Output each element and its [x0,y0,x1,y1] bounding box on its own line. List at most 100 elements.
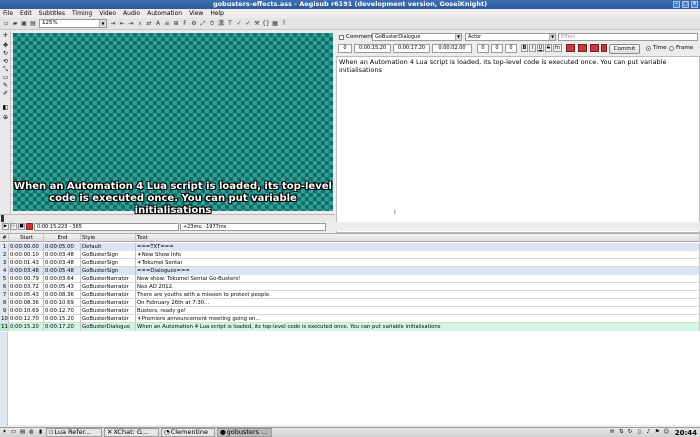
stop-icon[interactable]: ■ [18,223,25,230]
volume-tray-icon[interactable]: ♪ [645,429,652,436]
options-icon[interactable]: ⚒ [253,20,261,28]
margin-vertical-field[interactable]: 0 [505,44,517,53]
update-tray-icon[interactable]: ↻ [627,429,634,436]
underline-button[interactable]: U [537,44,544,52]
shadow-color-button[interactable] [601,44,607,52]
open-file-icon[interactable]: ▰ [11,20,19,28]
bold-button[interactable]: B [521,44,528,52]
secondary-color-button[interactable] [578,44,587,52]
drag-tool-icon[interactable]: ✥ [2,42,9,49]
styles-manager-icon[interactable]: A [154,20,162,28]
toggle-tags-icon[interactable]: {} [262,20,270,28]
vector-clip-icon[interactable]: ✎ [2,82,9,89]
timing-postprocessor-icon[interactable]: ⏱ [208,20,216,28]
chat-tray-icon[interactable]: ✉ [609,429,616,436]
comment-checkbox[interactable] [339,35,344,40]
menu-timing[interactable]: Timing [72,9,92,18]
grid-view-icon[interactable]: ▦ [271,20,279,28]
rotate-xy-icon[interactable]: ⟲ [2,58,9,65]
header-end[interactable]: End [44,234,81,242]
spell-checker-icon[interactable]: ✓ [235,20,243,28]
video-zoom-select[interactable]: 125% ▼ [39,19,107,28]
rotate-z-icon[interactable]: ↻ [2,50,9,57]
menu-help[interactable]: Help [210,9,224,18]
menu-edit[interactable]: Edit [20,9,32,18]
user-tray-icon[interactable]: ☺ [663,429,670,436]
play-icon[interactable]: ▶ [2,223,9,230]
jump-end-icon[interactable]: ⇥ [127,20,135,28]
table-row[interactable]: 6 0:00:03.72 0:00:05.43 GoBusterNarrator… [0,283,700,291]
layer-field[interactable]: 0 [338,44,352,53]
kanji-timer-icon[interactable]: 漢 [217,20,225,28]
subtitle-text-editor[interactable]: When an Automation 4 Lua script is loade… [336,56,700,233]
actor-select[interactable]: Actor ▼ [465,33,556,41]
keyboard-layout-icon[interactable]: ⚑ [654,429,661,436]
task-aegisub[interactable]: ● gobusters ... [217,428,272,437]
save-icon[interactable]: ▣ [20,20,28,28]
terminal-icon[interactable]: ▮ [37,429,44,436]
menu-audio[interactable]: Audio [123,9,140,18]
table-row[interactable]: 1 0:00:00.00 0:00:05.00 Default ===TXT==… [0,243,700,251]
attachments-icon[interactable]: ⊞ [172,20,180,28]
play-line-icon[interactable]: ▷ [10,223,17,230]
style-select[interactable]: GoBusterDialogue ▼ [372,33,462,41]
task-lua-reference[interactable]: ▫ Lua Refer... [46,428,102,437]
scale-tool-icon[interactable]: ⤡ [2,66,9,73]
time-radio[interactable] [646,46,651,51]
table-row[interactable]: 9 0:00:10.69 0:00:12.70 GoBusterNarrator… [0,307,700,315]
standard-tool-icon[interactable]: ✛ [2,32,9,39]
start-time-field[interactable]: 0:00:15.20 [354,44,391,53]
minimize-button[interactable]: – [673,1,680,8]
magnifier-icon[interactable]: ⊕ [2,114,9,121]
network-tray-icon[interactable]: ⇅ [618,429,625,436]
find-icon[interactable]: ⌕ [136,20,144,28]
duration-field[interactable]: 0:00:02.00 [432,44,472,53]
jump-to-icon[interactable]: ⇥ [109,20,117,28]
spell-checker-alt-icon[interactable]: ✓ [244,20,252,28]
video-display[interactable]: When an Automation 4 Lua script is loade… [13,33,333,216]
menu-view[interactable]: View [189,9,203,18]
start-menu-icon[interactable]: ✦ [1,429,8,436]
table-row[interactable]: 8 0:00:08.36 0:00:10.69 GoBusterNarrator… [0,299,700,307]
toggle-overlay-icon[interactable]: ◧ [2,104,9,111]
clip-tool-icon[interactable]: ▭ [2,74,9,81]
task-clementine[interactable]: ◔ Clementine [161,428,215,437]
commit-button[interactable]: Commit [609,44,640,54]
strikeout-button[interactable]: S [545,44,552,52]
replace-icon[interactable]: ⇄ [145,20,153,28]
primary-color-button[interactable] [566,44,575,52]
frame-radio[interactable] [669,46,674,51]
outline-color-button[interactable] [590,44,599,52]
close-button[interactable]: × [691,1,698,8]
table-row[interactable]: 10 0:00:12.70 0:00:15.20 GoBusterNarrato… [0,315,700,323]
files-icon[interactable]: ▤ [19,429,26,436]
properties-icon[interactable]: ≡ [163,20,171,28]
jump-start-icon[interactable]: ⇤ [118,20,126,28]
menu-subtitles[interactable]: Subtitles [39,9,65,18]
end-time-field[interactable]: 0:00:17.20 [393,44,430,53]
menu-video[interactable]: Video [99,9,116,18]
autoscroll-icon[interactable] [26,223,33,230]
task-xchat[interactable]: ✕ XChat: G... [104,428,159,437]
effect-input[interactable]: Effect [558,33,698,41]
vector-clip-alt-icon[interactable]: ✐ [2,90,9,97]
table-row[interactable]: 4 0:00:03.48 0:00:05.48 GoBusterSign ===… [0,267,700,275]
margin-left-field[interactable]: 0 [477,44,489,53]
menu-file[interactable]: File [3,9,13,18]
taskbar-clock[interactable]: 20:44 [672,429,700,437]
browser-icon[interactable]: ◍ [28,429,35,436]
header-style[interactable]: Style [81,234,136,242]
table-row[interactable]: 7 0:00:05.43 0:00:08.36 GoBusterNarrator… [0,291,700,299]
automation-icon[interactable]: ⚙ [190,20,198,28]
video-seek-handle[interactable] [1,215,4,222]
help-icon[interactable]: ? [280,20,288,28]
battery-tray-icon[interactable]: ▯ [636,429,643,436]
table-row[interactable]: 2 0:00:00.10 0:00:03.48 GoBusterSign ☀Ne… [0,251,700,259]
translation-assistant-icon[interactable]: T [226,20,234,28]
open-video-icon[interactable]: ▤ [29,20,37,28]
desktop-icon[interactable]: ▭ [10,429,17,436]
new-file-icon[interactable]: ▫ [2,20,10,28]
table-row[interactable]: 5 0:00:00.79 0:00:03.64 GoBusterNarrator… [0,275,700,283]
header-start[interactable]: Start [9,234,44,242]
table-row-active[interactable]: 11 0:00:15.20 0:00:17.20 GoBusterDialogu… [0,323,700,331]
